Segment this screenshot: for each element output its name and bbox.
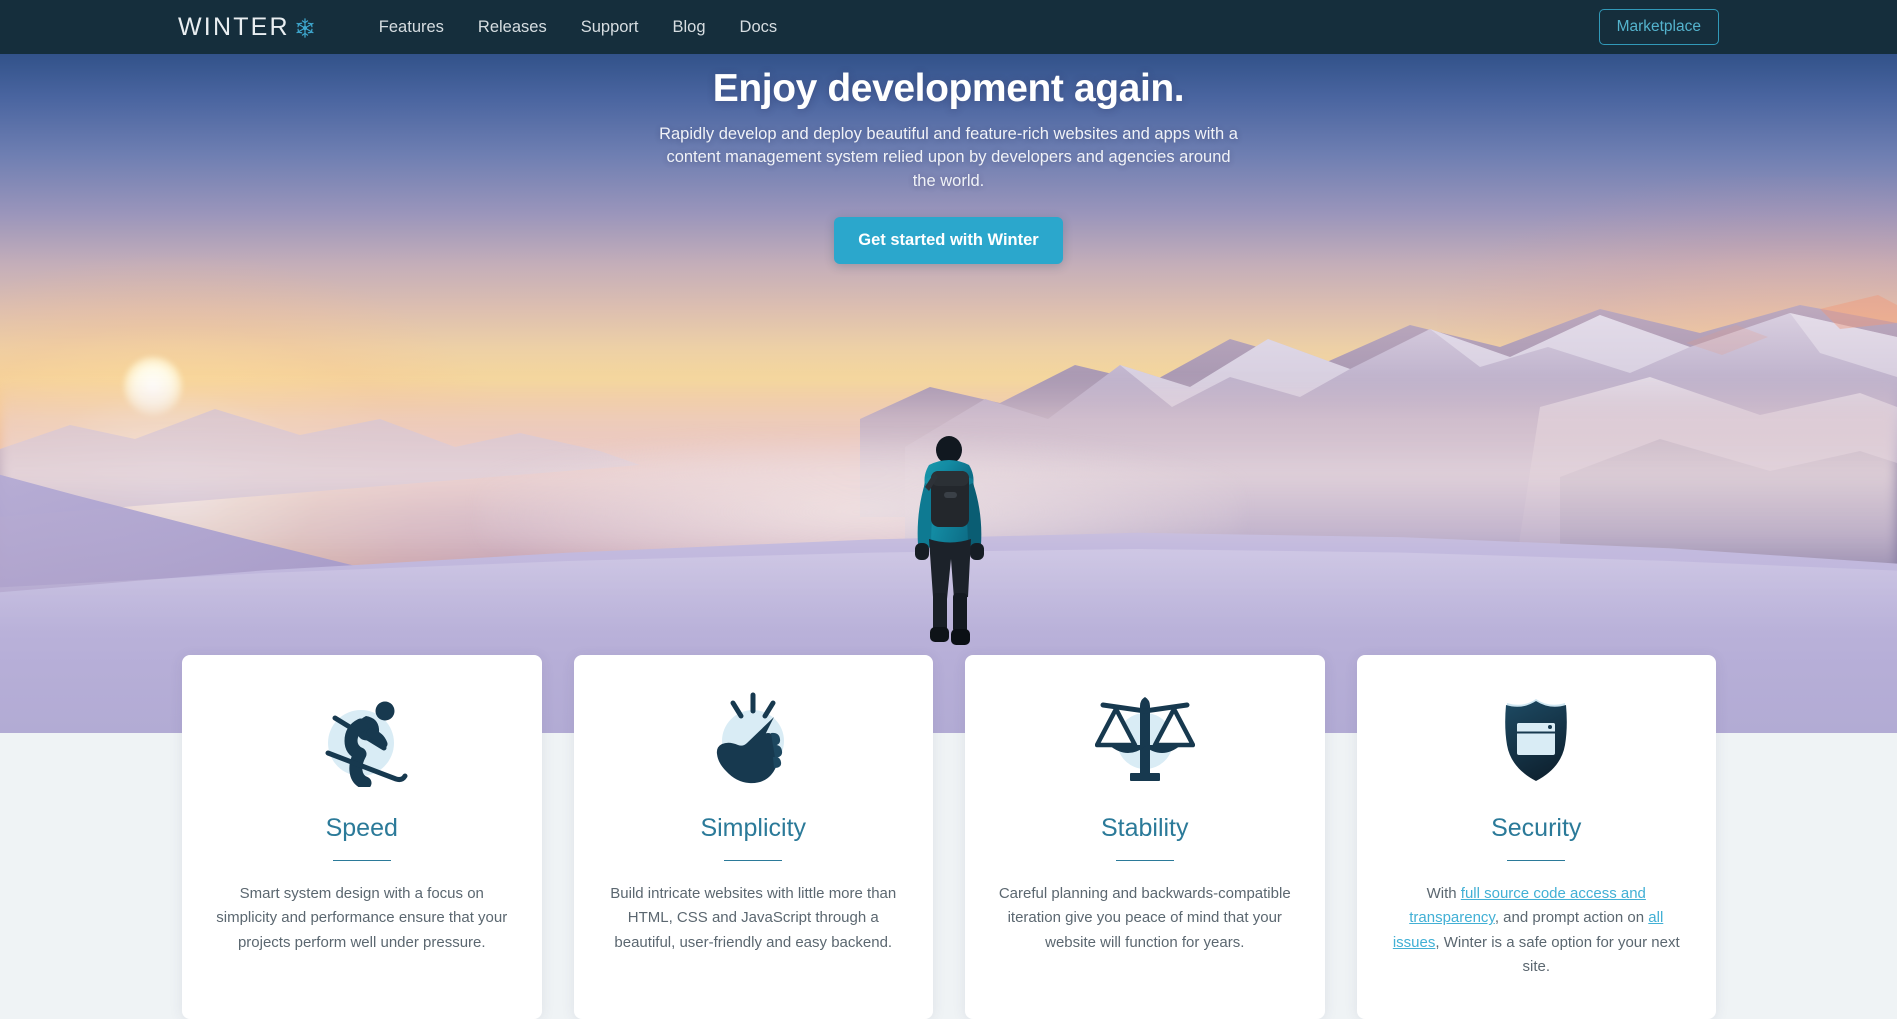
feature-title: Speed <box>325 814 398 842</box>
hero-content: Enjoy development again. Rapidly develop… <box>0 47 1897 264</box>
security-text-tail: , Winter is a safe option for your next … <box>1435 933 1680 975</box>
nav-link-releases[interactable]: Releases <box>461 18 564 37</box>
hiker-figure <box>915 436 984 645</box>
hero-subtitle: Rapidly develop and deploy beautiful and… <box>659 124 1238 190</box>
feature-title: Security <box>1491 814 1582 842</box>
feature-card-speed: Speed Smart system design with a focus o… <box>182 655 542 1019</box>
marketplace-button[interactable]: Marketplace <box>1598 9 1719 45</box>
feature-card-stability: Stability Careful planning and backwards… <box>965 655 1325 1019</box>
feature-card-simplicity: Simplicity Build intricate websites with… <box>573 655 933 1019</box>
feature-cards: Speed Smart system design with a focus o… <box>182 655 1716 1019</box>
feature-title: Stability <box>1100 814 1189 842</box>
nav-link-features[interactable]: Features <box>362 18 461 37</box>
hero-title: Enjoy development again. <box>712 67 1185 110</box>
hero-section: Enjoy development again. Rapidly develop… <box>0 47 1897 733</box>
primary-navigation: Features Releases Support Blog Docs <box>362 18 794 37</box>
snapping-fingers-icon <box>600 691 908 787</box>
feature-card-security: Security With full source code access an… <box>1356 655 1716 1019</box>
snowflake-icon <box>294 17 316 39</box>
title-divider <box>1507 859 1566 861</box>
title-divider <box>332 859 391 861</box>
nav-link-blog[interactable]: Blog <box>656 18 723 37</box>
balance-scales-icon <box>991 691 1299 787</box>
security-text-mid: , and prompt action on <box>1494 909 1649 927</box>
brand-logo[interactable]: WINTER <box>178 13 316 42</box>
security-text-lead: With <box>1426 885 1461 902</box>
feature-description: Careful planning and backwards-compatibl… <box>998 885 1291 951</box>
navbar-actions: Marketplace <box>1598 9 1719 45</box>
feature-title: Simplicity <box>700 814 807 842</box>
feature-description: Build intricate websites with little mor… <box>610 885 897 951</box>
skier-icon <box>208 691 516 787</box>
title-divider <box>724 859 783 861</box>
top-navbar: WINTER Features Releases Support Blog Do… <box>0 0 1897 54</box>
title-divider <box>1115 859 1174 861</box>
nav-link-docs[interactable]: Docs <box>723 18 795 37</box>
feature-description: Smart system design with a focus on simp… <box>216 885 508 951</box>
get-started-button[interactable]: Get started with Winter <box>834 217 1063 264</box>
brand-name: WINTER <box>178 12 290 41</box>
nav-link-support[interactable]: Support <box>564 18 656 37</box>
shield-browser-icon <box>1383 691 1691 787</box>
